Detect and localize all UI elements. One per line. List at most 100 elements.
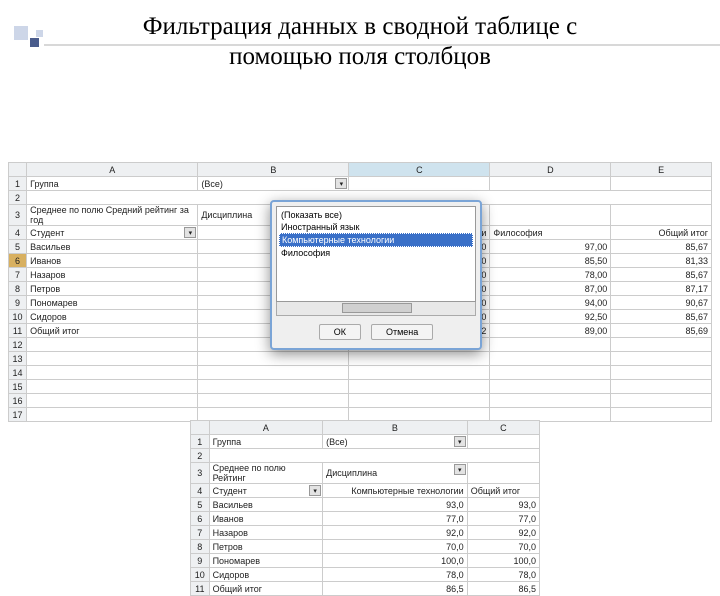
cell[interactable]: 87,17 — [611, 282, 712, 296]
chevron-down-icon[interactable]: ▾ — [454, 464, 466, 475]
chevron-down-icon[interactable]: ▾ — [184, 227, 196, 238]
row-header[interactable]: 2 — [191, 449, 210, 463]
col-header[interactable]: E — [611, 163, 712, 177]
cell[interactable]: 97,00 — [490, 240, 611, 254]
filter-list[interactable]: (Показать все) Иностранный язык Компьюте… — [276, 206, 476, 302]
row-header[interactable]: 11 — [9, 324, 27, 338]
cell[interactable]: 90,67 — [611, 296, 712, 310]
row-header[interactable]: 6 — [191, 512, 210, 526]
cell[interactable]: 78,0 — [323, 568, 468, 582]
row-header[interactable]: 8 — [191, 540, 210, 554]
row-header[interactable]: 8 — [9, 282, 27, 296]
cell[interactable]: Иванов — [27, 254, 198, 268]
cell[interactable]: Петров — [209, 540, 323, 554]
row-header[interactable]: 13 — [9, 352, 27, 366]
row-header[interactable]: 7 — [9, 268, 27, 282]
cell[interactable]: Среднее по полю Рейтинг — [209, 463, 323, 484]
cell[interactable]: 85,69 — [611, 324, 712, 338]
cancel-button[interactable]: Отмена — [371, 324, 433, 340]
cell[interactable]: 87,00 — [490, 282, 611, 296]
cell[interactable]: 92,0 — [323, 526, 468, 540]
cell[interactable]: Пономарев — [209, 554, 323, 568]
col-header[interactable]: C — [349, 163, 490, 177]
col-header[interactable]: B — [323, 421, 468, 435]
cell[interactable]: Общий итог — [27, 324, 198, 338]
row-header[interactable]: 4 — [9, 226, 27, 240]
corner-cell[interactable] — [191, 421, 210, 435]
col-header[interactable]: C — [467, 421, 539, 435]
cell[interactable]: Сидоров — [209, 568, 323, 582]
cell[interactable]: 70,0 — [467, 540, 539, 554]
column-field-dropdown[interactable]: Дисциплина▾ — [323, 463, 468, 484]
row-header[interactable]: 9 — [191, 554, 210, 568]
filter-item[interactable]: Иностранный язык — [279, 221, 473, 233]
page-field-dropdown[interactable]: (Все)▾ — [198, 177, 349, 191]
col-header[interactable]: A — [209, 421, 323, 435]
col-header[interactable]: A — [27, 163, 198, 177]
page-field-dropdown[interactable]: (Все)▾ — [323, 435, 468, 449]
ok-button[interactable]: ОК — [319, 324, 361, 340]
row-header[interactable]: 15 — [9, 380, 27, 394]
row-header[interactable]: 1 — [191, 435, 210, 449]
row-header[interactable]: 2 — [9, 191, 27, 205]
cell[interactable]: Пономарев — [27, 296, 198, 310]
cell[interactable]: 94,00 — [490, 296, 611, 310]
cell[interactable]: Философия — [490, 226, 611, 240]
cell[interactable]: 77,0 — [467, 512, 539, 526]
cell[interactable]: 92,0 — [467, 526, 539, 540]
filter-item-selected[interactable]: Компьютерные технологии — [279, 233, 473, 247]
cell[interactable]: 93,0 — [467, 498, 539, 512]
cell[interactable]: 100,0 — [323, 554, 468, 568]
cell[interactable]: 70,0 — [323, 540, 468, 554]
row-header[interactable]: 1 — [9, 177, 27, 191]
cell[interactable]: 86,5 — [323, 582, 468, 596]
col-header[interactable]: D — [490, 163, 611, 177]
scrollbar-thumb[interactable] — [342, 303, 412, 313]
cell[interactable]: Петров — [27, 282, 198, 296]
cell[interactable]: Среднее по полю Средний рейтинг за год — [27, 205, 198, 226]
cell[interactable]: 85,50 — [490, 254, 611, 268]
cell[interactable]: 85,67 — [611, 310, 712, 324]
chevron-down-icon[interactable]: ▾ — [454, 436, 466, 447]
row-header[interactable]: 10 — [191, 568, 210, 582]
cell[interactable]: Группа — [27, 177, 198, 191]
filter-item[interactable]: Философия — [279, 247, 473, 259]
row-header[interactable]: 5 — [9, 240, 27, 254]
row-header[interactable]: 3 — [191, 463, 210, 484]
row-header[interactable]: 14 — [9, 366, 27, 380]
cell[interactable]: Назаров — [209, 526, 323, 540]
cell[interactable]: Иванов — [209, 512, 323, 526]
cell[interactable]: Назаров — [27, 268, 198, 282]
cell[interactable]: 85,67 — [611, 268, 712, 282]
cell[interactable]: 86,5 — [467, 582, 539, 596]
chevron-down-icon[interactable]: ▾ — [309, 485, 321, 496]
horizontal-scrollbar[interactable] — [276, 302, 476, 316]
row-header[interactable]: 16 — [9, 394, 27, 408]
row-header[interactable]: 11 — [191, 582, 210, 596]
row-header[interactable]: 9 — [9, 296, 27, 310]
row-header[interactable]: 5 — [191, 498, 210, 512]
cell[interactable]: 85,67 — [611, 240, 712, 254]
col-header[interactable]: B — [198, 163, 349, 177]
cell[interactable]: 77,0 — [323, 512, 468, 526]
cell[interactable]: Общий итог — [467, 484, 539, 498]
row-header[interactable]: 10 — [9, 310, 27, 324]
cell[interactable]: Васильев — [27, 240, 198, 254]
cell[interactable]: 81,33 — [611, 254, 712, 268]
cell[interactable]: 78,0 — [467, 568, 539, 582]
filter-item-all[interactable]: (Показать все) — [279, 209, 473, 221]
corner-cell[interactable] — [9, 163, 27, 177]
row-field-dropdown[interactable]: Студент▾ — [27, 226, 198, 240]
cell[interactable]: 78,00 — [490, 268, 611, 282]
cell[interactable]: 89,00 — [490, 324, 611, 338]
chevron-down-icon[interactable]: ▾ — [335, 178, 347, 189]
row-header[interactable]: 7 — [191, 526, 210, 540]
cell[interactable]: Общий итог — [611, 226, 712, 240]
cell[interactable]: Сидоров — [27, 310, 198, 324]
row-header[interactable]: 3 — [9, 205, 27, 226]
row-header[interactable]: 17 — [9, 408, 27, 422]
row-header[interactable]: 4 — [191, 484, 210, 498]
row-header[interactable]: 12 — [9, 338, 27, 352]
cell[interactable]: Васильев — [209, 498, 323, 512]
cell[interactable]: 92,50 — [490, 310, 611, 324]
